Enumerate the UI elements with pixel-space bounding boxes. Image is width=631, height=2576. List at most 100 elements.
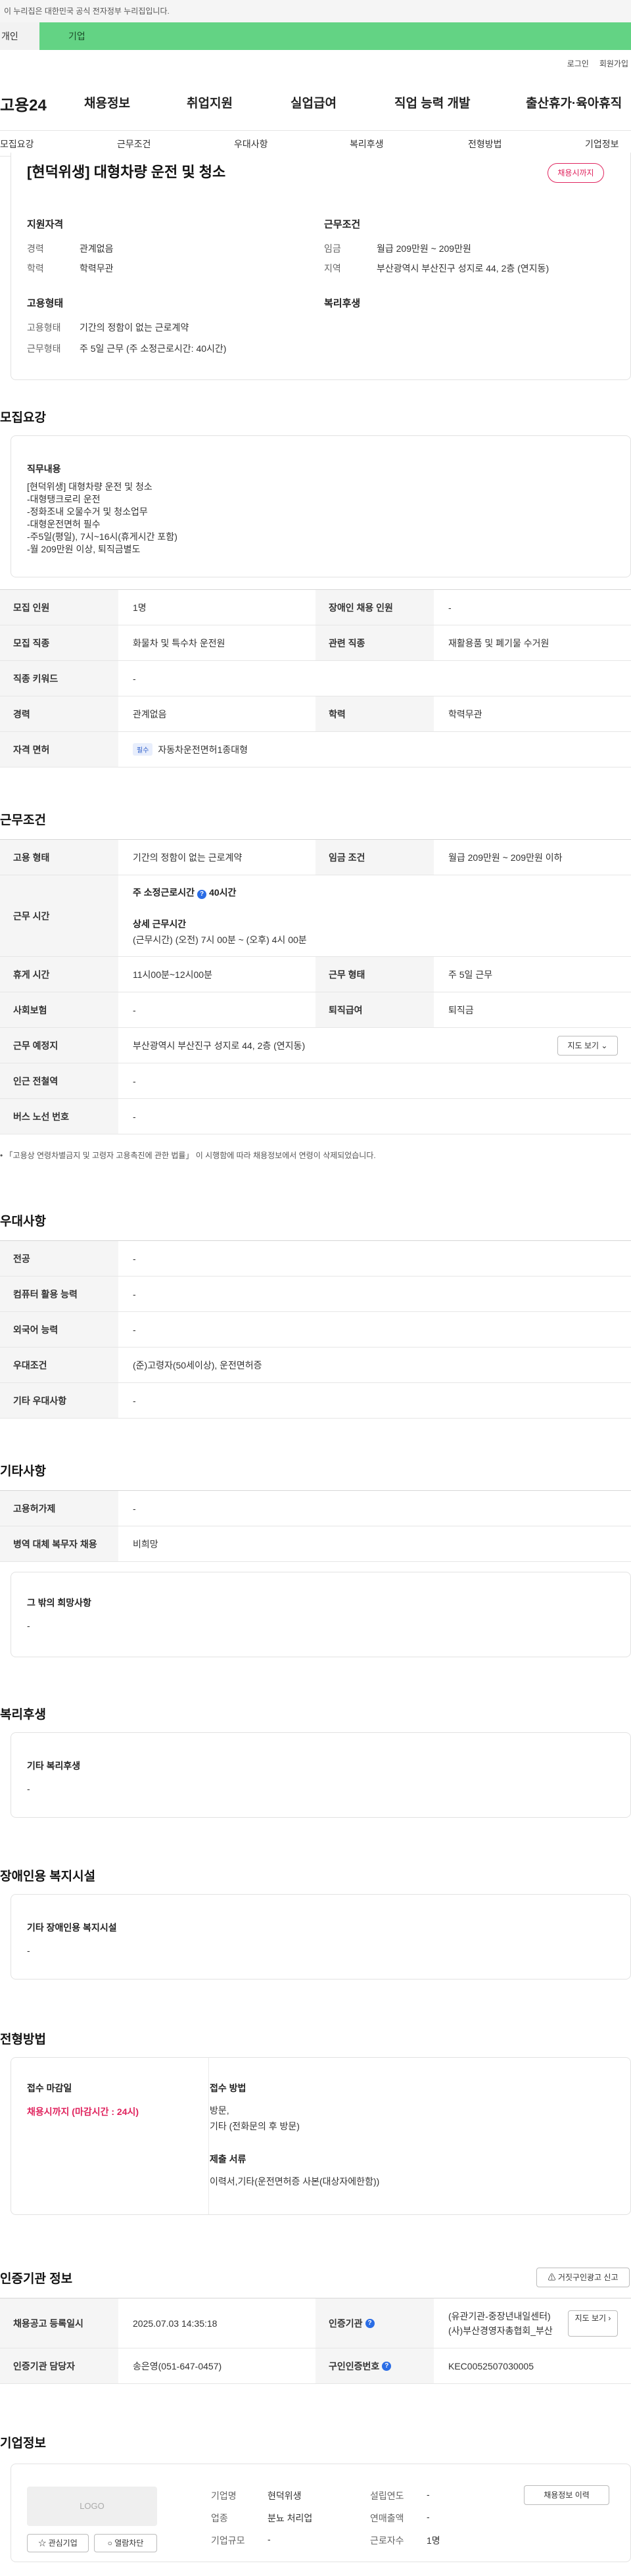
qual-career-value: 관계없음 bbox=[80, 243, 114, 254]
row-value: 1명 bbox=[133, 602, 147, 613]
login-link[interactable]: 로그인 bbox=[567, 59, 589, 68]
table-row: 채용공고 등록일시 2025.07.03 14:35:18 인증기관? (유관기… bbox=[0, 2298, 631, 2348]
table-row: 고용 형태 기간의 정함이 없는 근로계약 임금 조건 월급 209만원 ~ 2… bbox=[0, 840, 631, 875]
etc-card-body: - bbox=[27, 1620, 30, 1631]
row-label: 장애인 채용 인원 bbox=[316, 590, 434, 625]
qual-edu-label: 학력 bbox=[27, 263, 44, 274]
row-value: 비희망 bbox=[133, 1538, 158, 1549]
row-label: 채용공고 등록일시 bbox=[0, 2298, 118, 2348]
subnav-pref[interactable]: 우대사항 bbox=[234, 137, 268, 151]
util-links: 로그인 회원가입 bbox=[557, 58, 628, 69]
job-title: [현덕위생] 대형차량 운전 및 청소 bbox=[27, 164, 226, 180]
bullet-icon: • bbox=[0, 1151, 5, 1160]
subnav-screening[interactable]: 전형방법 bbox=[468, 137, 502, 151]
employees-label: 근로자수 bbox=[370, 2535, 404, 2546]
warning-icon: ⚠ bbox=[548, 2273, 556, 2282]
row-value: 2025.07.03 14:35:18 bbox=[133, 2318, 218, 2329]
job-history-button[interactable]: 채용정보 이력 bbox=[524, 2485, 609, 2505]
cert-org-label: 인증기관 bbox=[329, 2318, 363, 2329]
duty-body: [현덕위생] 대형차량 운전 및 청소 -대형탱크로리 운전 -정화조내 오물수… bbox=[27, 481, 177, 554]
cond-area-label: 지역 bbox=[324, 263, 341, 274]
detail-hours-label: 상세 근무시간 bbox=[133, 919, 187, 929]
tab-personal[interactable]: 개인 bbox=[0, 22, 39, 50]
cond-wage-label: 임금 bbox=[324, 243, 341, 254]
row-value: 퇴직금 bbox=[448, 1004, 474, 1015]
table-row: 근무 예정지 부산광역시 부산진구 성지로 44, 2층 (연지동) 지도 보기… bbox=[0, 1028, 631, 1063]
row-value: 부산광역시 부산진구 성지로 44, 2층 (연지동) bbox=[133, 1040, 306, 1051]
nav-parental-leave[interactable]: 출산휴가·육아휴직 bbox=[526, 93, 622, 111]
cert-number-label: 구인인증번호 bbox=[329, 2360, 380, 2371]
revenue-value: - bbox=[427, 2512, 430, 2522]
row-value: - bbox=[133, 1075, 136, 1086]
workcond-table: 고용 형태 기간의 정함이 없는 근로계약 임금 조건 월급 209만원 ~ 2… bbox=[0, 839, 631, 1147]
founded-value: - bbox=[427, 2489, 430, 2500]
divider bbox=[208, 2058, 209, 2214]
map-view-button[interactable]: 지도 보기 ⌄ bbox=[557, 1036, 618, 1056]
row-label: 근무 예정지 bbox=[0, 1028, 118, 1063]
founded-label: 설립연도 bbox=[370, 2491, 404, 2501]
table-row: 모집 인원 1명 장애인 채용 인원 - bbox=[0, 590, 631, 625]
table-row: 컴퓨터 활용 능력 - bbox=[0, 1276, 631, 1312]
row-value: - bbox=[448, 602, 452, 613]
report-button[interactable]: ⚠ 거짓구인광고 신고 bbox=[536, 2268, 630, 2287]
row-label: 사회보험 bbox=[0, 992, 118, 1027]
duty-heading: 직무내용 bbox=[27, 464, 61, 474]
recruit-table: 모집 인원 1명 장애인 채용 인원 - 모집 직종 화물차 및 특수차 운전원… bbox=[0, 589, 631, 767]
block-view-button[interactable]: ○ 열람차단 bbox=[94, 2534, 157, 2552]
company-logo: LOGO bbox=[27, 2487, 157, 2526]
tab-company[interactable]: 기업 bbox=[39, 22, 631, 50]
duty-card: 직무내용 [현덕위생] 대형차량 운전 및 청소 -대형탱크로리 운전 -정화조… bbox=[11, 435, 631, 577]
row-value: - bbox=[133, 1395, 136, 1406]
disabled-card: 기타 장애인용 복지시설 - bbox=[11, 1894, 631, 1980]
help-icon[interactable]: ? bbox=[382, 2361, 392, 2371]
help-icon[interactable]: ? bbox=[365, 2318, 375, 2328]
subnav-welfare[interactable]: 복리후생 bbox=[350, 137, 384, 151]
deadline-heading: 접수 마감일 bbox=[27, 2083, 72, 2093]
required-pill: 필수 bbox=[133, 743, 153, 756]
row-label: 고용허가제 bbox=[0, 1491, 118, 1526]
row-value: 필수 자동차운전면허1종대형 bbox=[118, 732, 631, 767]
favorite-label: 관심기업 bbox=[48, 2539, 78, 2548]
block-label: 열람차단 bbox=[114, 2539, 144, 2548]
signup-link[interactable]: 회원가입 bbox=[599, 59, 628, 68]
row-label: 인증기관 담당자 bbox=[0, 2348, 118, 2383]
row-label: 외국어 능력 bbox=[0, 1312, 118, 1347]
row-label: 버스 노선 번호 bbox=[0, 1099, 118, 1134]
table-row: 우대조건 (준)고령자(50세이상), 운전면허증 bbox=[0, 1348, 631, 1383]
qual-edu-value: 학력무관 bbox=[80, 263, 114, 274]
screening-title: 전형방법 bbox=[0, 2033, 46, 2047]
nav-job-training[interactable]: 직업 능력 개발 bbox=[394, 93, 470, 111]
table-row: 사회보험 - 퇴직급여 퇴직금 bbox=[0, 992, 631, 1028]
pref-table: 전공 - 컴퓨터 활용 능력 - 외국어 능력 - 우대조건 (준)고령자(50세이상)… bbox=[0, 1240, 631, 1419]
row-label: 직종 키워드 bbox=[0, 661, 118, 696]
cert-table: 채용공고 등록일시 2025.07.03 14:35:18 인증기관? (유관기… bbox=[0, 2298, 631, 2384]
etc-title: 기타사항 bbox=[0, 1465, 46, 1478]
method-value: 방문, 기타 (전화문의 후 방문) bbox=[210, 2105, 300, 2131]
row-value: - bbox=[133, 1288, 136, 1300]
table-row: 인근 전철역 - bbox=[0, 1063, 631, 1099]
cert-map-label: 지도 보기 bbox=[574, 2314, 607, 2323]
etc-table: 고용허가제 - 병역 대체 복무자 채용 비희망 bbox=[0, 1490, 631, 1562]
subnav-recruit[interactable]: 모집요강 bbox=[0, 137, 34, 151]
emp-form-value: 주 5일 근무 (주 소정근로시간: 40시간) bbox=[80, 343, 227, 354]
workcond-title: 근무조건 bbox=[0, 814, 46, 827]
block-icon: ○ bbox=[107, 2539, 112, 2548]
disabled-card-body: - bbox=[27, 1945, 30, 1956]
map-view-label: 지도 보기 bbox=[567, 1041, 599, 1050]
cert-map-button[interactable]: 지도 보기 › bbox=[568, 2310, 618, 2337]
deadline-badge: 채용시까지 bbox=[548, 163, 604, 183]
nav-jobs[interactable]: 채용정보 bbox=[84, 93, 130, 111]
subnav-company[interactable]: 기업정보 bbox=[585, 137, 619, 151]
subnav-workcond[interactable]: 근무조건 bbox=[117, 137, 151, 151]
favorite-company-button[interactable]: ☆ 관심기업 bbox=[27, 2534, 89, 2552]
weekly-hours-value: 40시간 bbox=[209, 887, 237, 898]
help-icon[interactable]: ? bbox=[197, 890, 207, 899]
nav-employment-support[interactable]: 취업지원 bbox=[187, 93, 233, 111]
emp-type-value: 기간의 정함이 없는 근로계약 bbox=[80, 322, 189, 333]
license-value: 자동차운전면허1종대형 bbox=[158, 744, 248, 755]
row-value: 기간의 정함이 없는 근로계약 bbox=[133, 852, 243, 863]
recruit-title: 모집요강 bbox=[0, 411, 46, 425]
row-value: 월급 209만원 ~ 209만원 이하 bbox=[448, 852, 563, 863]
etc-card: 그 밖의 희망사항 - bbox=[11, 1572, 631, 1657]
nav-unemployment-benefit[interactable]: 실업급여 bbox=[291, 93, 337, 111]
